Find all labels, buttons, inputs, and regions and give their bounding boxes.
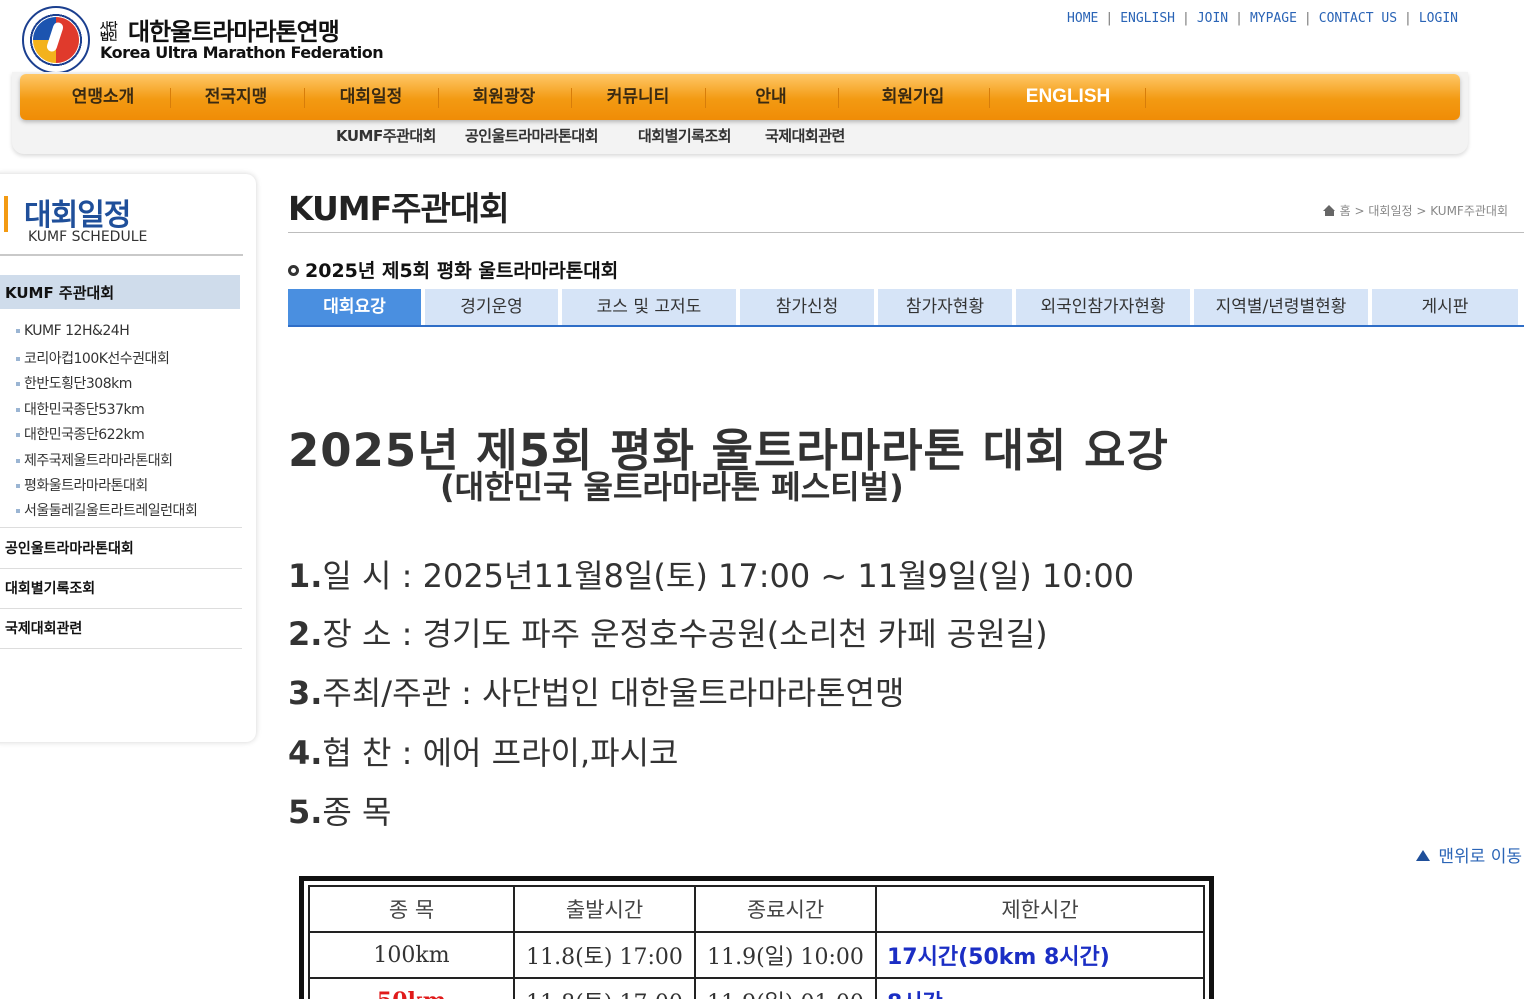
tab-regional-age-status[interactable]: 지역별/년령별현황 [1194, 289, 1368, 325]
info-date: 1.일 시 : 2025년11월8일(토) 17:00 ~ 11월9일(일) 1… [288, 557, 1135, 595]
home-link[interactable]: HOME [1067, 11, 1098, 26]
submenu-international[interactable]: 국제대회관련 [765, 125, 845, 146]
home-icon[interactable] [1322, 205, 1336, 216]
menu-item-english[interactable]: ENGLISH [1001, 74, 1135, 120]
table-cell: 8시간 [875, 977, 1205, 999]
table-cell: 11.8(토) 17:00 [513, 931, 696, 979]
tab-operation[interactable]: 경기운영 [425, 289, 558, 325]
submenu-records[interactable]: 대회별기록조회 [638, 125, 732, 146]
sidebar-item-label: KUMF 주관대회 [5, 284, 115, 302]
sidebar-subitem-peace[interactable]: 평화울트라마라톤대회 [16, 475, 148, 495]
table-row: 50km 11.8(토) 17:00 11.9(일) 01:00 8시간 [308, 977, 1205, 999]
info-venue: 2.장 소 : 경기도 파주 운정호수공원(소리천 카페 공원길) [288, 615, 1048, 653]
menu-item-signup[interactable]: 회원가입 [846, 74, 980, 120]
table-header-cell: 출발시간 [513, 885, 696, 933]
table-header-cell: 제한시간 [875, 885, 1205, 933]
sidebar-divider [0, 608, 242, 609]
menu-item-branches[interactable]: 전국지맹 [169, 74, 303, 120]
table-cell: 100km [308, 931, 515, 979]
event-tabs: 대회요강 경기운영 코스 및 고저도 참가신청 참가자현황 외국인참가자현황 지… [288, 289, 1524, 327]
federation-logo[interactable] [22, 6, 90, 74]
event-name-text: 2025년 제5회 평화 울트라마라톤대회 [305, 260, 619, 282]
tab-registration[interactable]: 참가신청 [740, 289, 874, 325]
tab-participants[interactable]: 참가자현황 [878, 289, 1012, 325]
sidebar-title-accent [4, 196, 8, 232]
table-cell: 50km [308, 977, 515, 999]
breadcrumb-text: 홈 > 대회일정 > KUMF주관대회 [1339, 204, 1508, 218]
sidebar-divider [0, 254, 243, 256]
tab-board[interactable]: 게시판 [1372, 289, 1518, 325]
menu-item-guide[interactable]: 안내 [704, 74, 838, 120]
tab-guidelines[interactable]: 대회요강 [288, 289, 421, 325]
sidebar-subitem-peninsula-308[interactable]: 한반도횡단308km [16, 373, 132, 393]
brand-corp-label: 사단법인 [100, 22, 117, 43]
breadcrumb: 홈 > 대회일정 > KUMF주관대회 [1322, 202, 1508, 219]
up-arrow-icon [1416, 850, 1431, 861]
sidebar-item-records[interactable]: 대회별기록조회 [5, 578, 95, 598]
sidebar-subtitle: KUMF SCHEDULE [28, 229, 148, 245]
mypage-link[interactable]: MYPAGE [1250, 11, 1297, 26]
login-link[interactable]: LOGIN [1419, 11, 1458, 26]
brand-name-english[interactable]: Korea Ultra Marathon Federation [100, 43, 384, 62]
submenu-kumf-events[interactable]: KUMF주관대회 [336, 125, 436, 146]
table-cell: 11.9(일) 10:00 [694, 931, 877, 979]
brand-name-korean-text: 대한울트라마라톤연맹 [128, 18, 340, 46]
sidebar-title: 대회일정 [24, 198, 131, 233]
sidebar-subitem-jeju[interactable]: 제주국제울트라마라톤대회 [16, 450, 173, 470]
top-utility-links: HOME | ENGLISH | JOIN | MYPAGE | CONTACT US | LOGI… [1067, 11, 1458, 26]
menu-item-community[interactable]: 커뮤니티 [571, 74, 705, 120]
table-cell: 11.8(토) 17:00 [513, 977, 696, 999]
category-table: 종 목 출발시간 종료시간 제한시간 100km 11.8(토) 17:00 1… [308, 885, 1205, 999]
menu-item-about[interactable]: 연맹소개 [36, 74, 170, 120]
sidebar-subitem-korea-537[interactable]: 대한민국종단537km [16, 399, 145, 419]
table-row: 100km 11.8(토) 17:00 11.9(일) 10:00 17시간(5… [308, 931, 1205, 979]
table-header-cell: 종 목 [308, 885, 515, 933]
sidebar-divider [0, 568, 242, 569]
submenu-certified-events[interactable]: 공인울트라마라톤대회 [465, 125, 599, 146]
table-header-row: 종 목 출발시간 종료시간 제한시간 [308, 885, 1205, 933]
menu-item-members-plaza[interactable]: 회원광장 [437, 74, 571, 120]
info-categories: 5.종 목 [288, 793, 392, 831]
tab-course[interactable]: 코스 및 고저도 [562, 289, 736, 325]
sidebar-subitem-korea-622[interactable]: 대한민국종단622km [16, 424, 145, 444]
bullet-icon [288, 265, 299, 276]
tab-foreign-participants[interactable]: 외국인참가자현황 [1016, 289, 1190, 325]
sidebar-item-international[interactable]: 국제대회관련 [5, 618, 82, 638]
event-name: 2025년 제5회 평화 울트라마라톤대회 [288, 256, 618, 283]
sidebar-item-certified[interactable]: 공인울트라마라톤대회 [5, 538, 134, 558]
sidebar-subitem-seoul-trail[interactable]: 서울둘레길울트라트레일런대회 [16, 500, 198, 520]
brand-name-korean[interactable]: 사단법인 대한울트라마라톤연맹 [100, 12, 340, 47]
join-link[interactable]: JOIN [1197, 11, 1228, 26]
info-host: 3.주최/주관 : 사단법인 대한울트라마라톤연맹 [288, 674, 905, 712]
title-divider [288, 232, 1524, 233]
contact-us-link[interactable]: CONTACT US [1319, 11, 1397, 26]
page-title: KUMF주관대회 [288, 189, 510, 228]
table-cell: 17시간(50km 8시간) [875, 931, 1205, 979]
sidebar-divider [0, 527, 242, 528]
main-menu-bar: 연맹소개 전국지맹 대회일정 회원광장 커뮤니티 안내 회원가입 ENGLISH [20, 74, 1460, 120]
menu-item-schedule[interactable]: 대회일정 [304, 74, 438, 120]
sidebar-item-kumf-events[interactable]: KUMF 주관대회 [0, 275, 240, 309]
english-link[interactable]: ENGLISH [1120, 11, 1175, 26]
sidebar-divider [0, 648, 242, 649]
sidebar-subitem-korea-cup[interactable]: 코리아컵100K선수권대회 [16, 348, 170, 368]
sidebar-subitem-12h-24h[interactable]: KUMF 12H&24H [16, 323, 130, 339]
table-cell: 11.9(일) 01:00 [694, 977, 877, 999]
back-to-top-link[interactable]: 맨위로 이동 [1416, 842, 1522, 867]
table-header-cell: 종료시간 [694, 885, 877, 933]
info-sponsor: 4.협 찬 : 에어 프라이,파시코 [288, 734, 679, 772]
guideline-subheading: (대한민국 울트라마라톤 페스티벌) [440, 468, 904, 506]
